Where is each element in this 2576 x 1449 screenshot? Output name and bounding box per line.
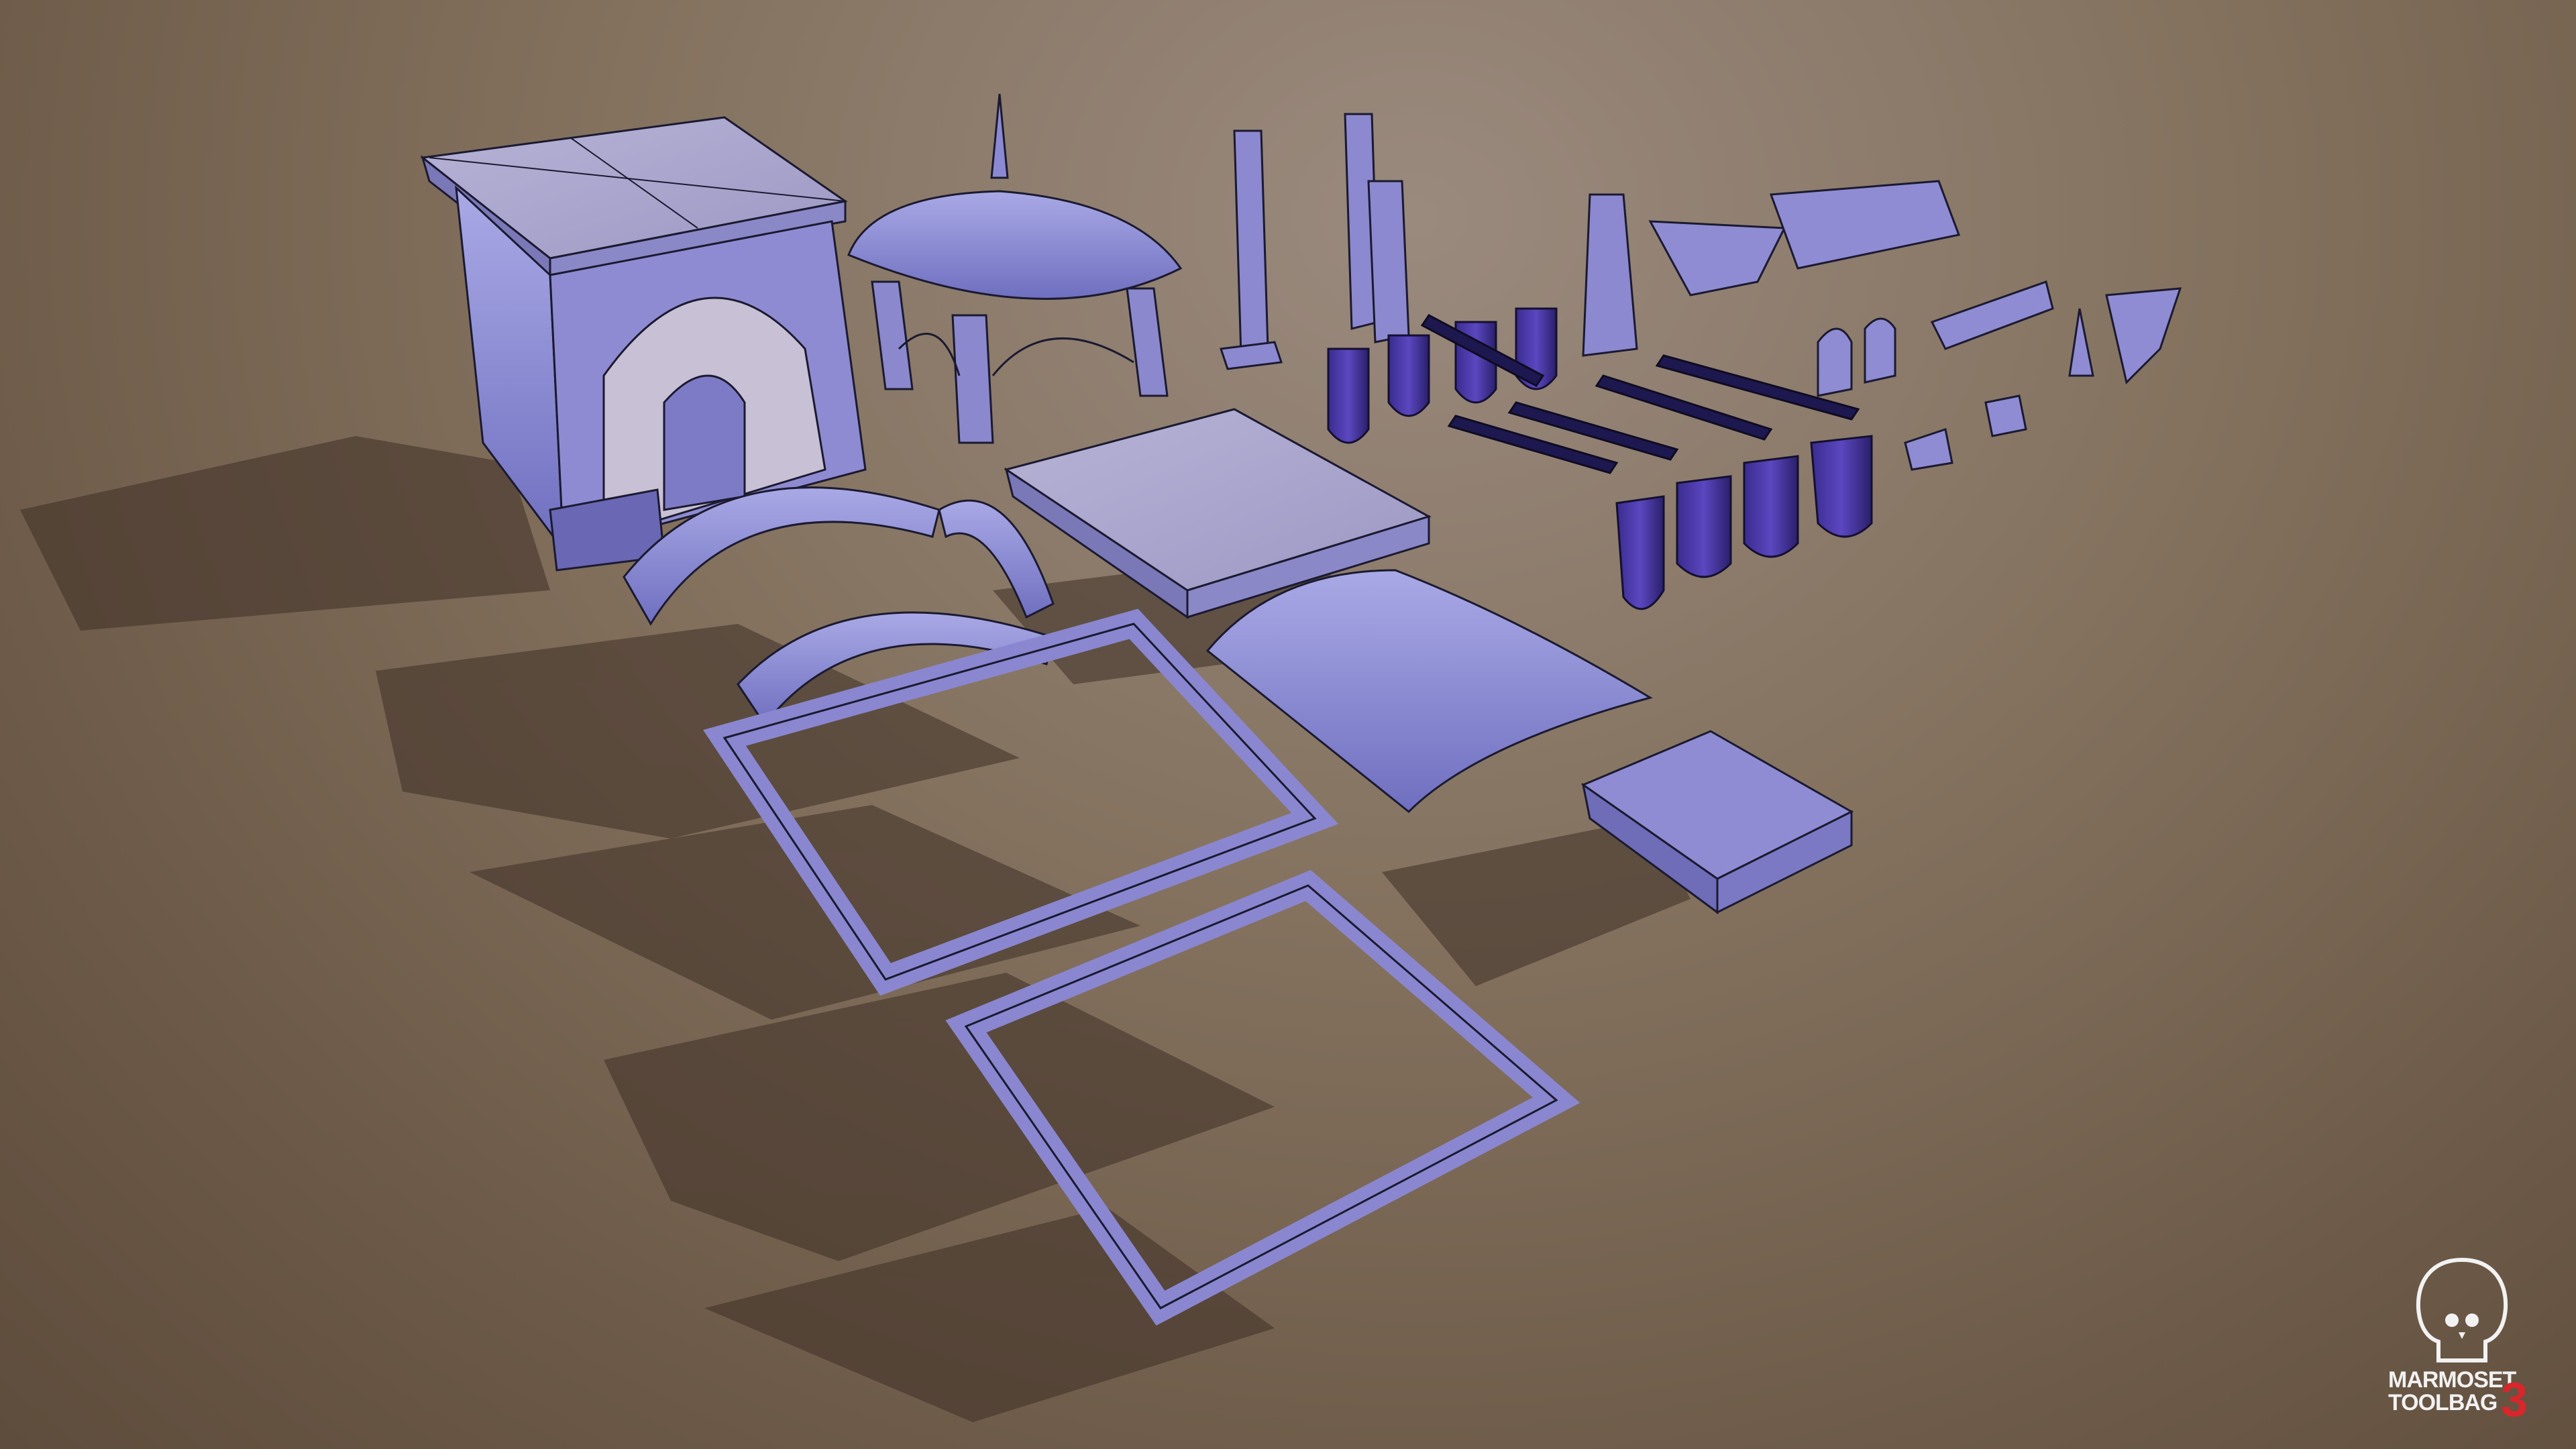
brand-version: 3: [2501, 1373, 2528, 1427]
pillars: [1219, 113, 1638, 370]
marmoset-watermark: MARMOSET TOOLBAG 3: [2388, 1254, 2536, 1429]
viewport-scene: [20, 93, 2182, 1422]
brand-line2: TOOLBAG: [2388, 1390, 2498, 1415]
skull-icon: [2416, 1257, 2508, 1362]
gazebo-dome: [847, 93, 1183, 444]
